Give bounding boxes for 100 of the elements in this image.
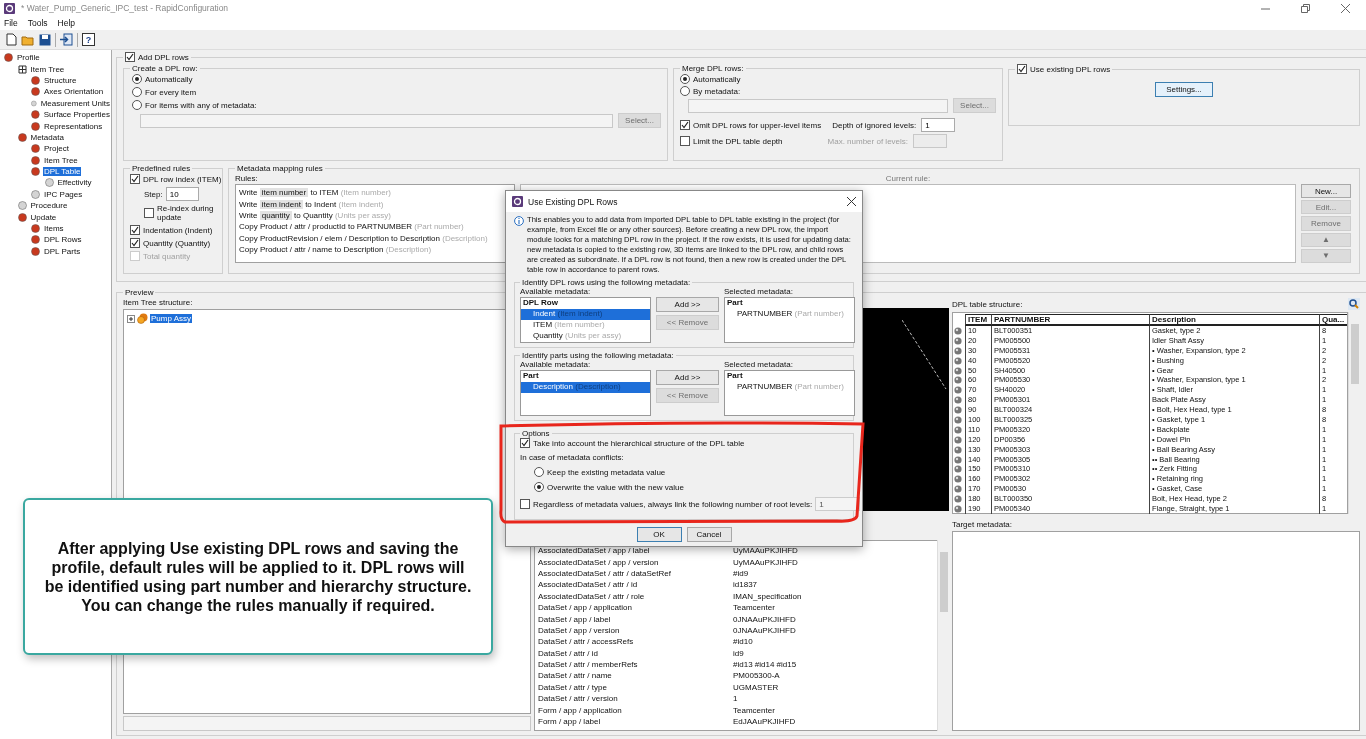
info-icon — [514, 216, 524, 226]
group-title: Merge DPL rows: — [681, 64, 745, 73]
metadata-field[interactable] — [688, 98, 949, 113]
levels-field[interactable] — [913, 134, 948, 148]
checkbox[interactable] — [130, 225, 140, 235]
checkbox[interactable] — [130, 238, 140, 248]
radio-label[interactable]: Overwrite the value with the new value — [547, 482, 684, 492]
depth-field[interactable]: 1 — [921, 118, 956, 132]
field-label: Current rule: — [884, 174, 932, 184]
radio-button[interactable] — [680, 86, 690, 96]
list-item[interactable]: Description (Description) — [521, 382, 650, 393]
metadata-field[interactable] — [140, 113, 614, 128]
radio-button[interactable] — [132, 87, 142, 97]
field-label: Max. number of levels: — [827, 136, 909, 146]
field-label: Depth of ignored levels: — [832, 120, 917, 130]
checkbox[interactable] — [144, 208, 154, 218]
tree-item[interactable]: Profile — [16, 53, 41, 63]
checkbox[interactable] — [520, 499, 530, 509]
tree-item[interactable]: Structure — [43, 75, 78, 85]
checkbox-label[interactable]: Add DPL rows — [138, 52, 189, 62]
column-header[interactable]: Description — [1149, 314, 1319, 326]
checkbox-label[interactable]: Limit the DPL table depth — [693, 136, 783, 146]
tree-item[interactable]: Effectivity — [56, 178, 93, 188]
rule-item[interactable]: Write item indent to Indent (Item indent) — [236, 198, 514, 210]
checkbox-label[interactable]: Regardless of metadata values, always link the following number of root levels: — [533, 499, 813, 509]
metadata-name: DataSet / attr / name — [538, 671, 613, 681]
add-button[interactable]: Add >> — [656, 297, 719, 312]
metadata-name: DataSet / attr / memberRefs — [538, 660, 639, 670]
search-icon[interactable] — [1348, 298, 1360, 310]
expand-icon[interactable] — [127, 314, 135, 323]
export-icon[interactable] — [60, 33, 73, 46]
tree-item[interactable]: Axes Orientation — [43, 87, 105, 97]
checkbox[interactable] — [680, 136, 690, 146]
step-field[interactable]: 10 — [165, 187, 199, 201]
radio-label[interactable]: Automatically — [145, 74, 193, 84]
rule-item[interactable]: Write item number to ITEM (Item number) — [236, 187, 514, 199]
checkbox-label[interactable]: Omit DPL rows for upper-level items — [693, 120, 822, 130]
tree-item[interactable]: DPL Rows — [43, 235, 83, 245]
menu-item[interactable]: Help — [57, 18, 76, 28]
list-item[interactable]: PARTNUMBER (Part number) — [725, 309, 854, 320]
tree-item[interactable]: Procedure — [29, 201, 69, 211]
metadata-name: AssociatedDataSet / app / label — [538, 546, 651, 556]
metadata-name: AssociatedDataSet / attr / dataSetRef — [538, 568, 672, 578]
checkbox[interactable] — [130, 174, 140, 184]
checkbox-label[interactable]: Use existing DPL rows — [1030, 64, 1111, 74]
metadata-name: AssociatedDataSet / attr / role — [538, 591, 646, 601]
tree-item[interactable]: DPL Parts — [43, 246, 82, 256]
rule-button[interactable]: New... — [1301, 184, 1351, 199]
new-file-icon[interactable] — [6, 33, 17, 46]
checkbox[interactable] — [1017, 64, 1027, 74]
tree-item[interactable]: Surface Properties — [42, 110, 111, 120]
checkbox[interactable] — [680, 120, 690, 130]
checkbox-label[interactable]: Take into account the hierarchical structure of the DPL table — [533, 438, 745, 448]
tree-item[interactable]: Project — [43, 144, 70, 154]
list-item[interactable]: PARTNUMBER (Part number) — [725, 382, 854, 393]
tree-item[interactable]: Metadata — [29, 132, 65, 142]
column-header[interactable]: ITEM — [965, 314, 991, 326]
help-button[interactable]: ? — [82, 33, 95, 46]
menu-item[interactable]: Tools — [27, 18, 48, 28]
list-item[interactable]: Quantity (Units per assy) — [521, 331, 650, 342]
tree-item[interactable]: Item Tree — [43, 155, 79, 165]
save-icon[interactable] — [39, 33, 51, 46]
radio-label[interactable]: Automatically — [693, 74, 741, 84]
tree-item[interactable]: Measurement Units — [39, 98, 111, 108]
radio-button[interactable] — [534, 482, 544, 492]
tree-item[interactable]: IPC Pages — [43, 189, 84, 199]
radio-label[interactable]: Keep the existing metadata value — [547, 467, 666, 477]
add-button[interactable]: Add >> — [656, 370, 719, 385]
column-header[interactable]: PARTNUMBER — [991, 314, 1149, 326]
radio-label[interactable]: For every item — [145, 87, 197, 97]
tree-item[interactable]: Item Tree — [29, 64, 66, 74]
cancel-button[interactable]: Cancel — [686, 527, 732, 542]
metadata-value: #id10 — [733, 637, 754, 647]
radio-label[interactable]: By metadata: — [693, 86, 741, 96]
menu-item[interactable]: File — [4, 18, 18, 28]
ok-button[interactable]: OK — [636, 527, 682, 542]
tree-item[interactable]: Representations — [43, 121, 104, 131]
radio-button[interactable] — [680, 74, 690, 84]
tree-item[interactable]: Items — [43, 224, 65, 234]
checkbox-label[interactable]: Re-index during update — [157, 204, 215, 222]
radio-button[interactable] — [132, 74, 142, 84]
list-header: Part — [522, 371, 540, 382]
settings-button[interactable]: Settings... — [1155, 82, 1213, 97]
rule-item[interactable]: Write quantity to Quantity (Units per assy) — [236, 209, 514, 222]
radio-label[interactable]: For items with any of metadata: — [145, 100, 257, 110]
checkbox[interactable] — [520, 438, 530, 448]
checkbox-label[interactable]: DPL row index (ITEM) — [143, 174, 222, 184]
radio-button[interactable] — [132, 100, 142, 110]
list-item[interactable]: Indent (Item indent) — [521, 309, 650, 320]
radio-button[interactable] — [534, 467, 544, 477]
close-icon[interactable] — [1340, 3, 1350, 13]
checkbox-label[interactable]: Quantity (Quantity) — [143, 238, 211, 248]
checkbox[interactable] — [125, 52, 135, 62]
restore-icon[interactable] — [1300, 3, 1310, 13]
close-icon[interactable] — [847, 197, 856, 206]
tree-item[interactable]: Pump Assy — [150, 314, 192, 323]
tree-item[interactable]: Update — [29, 212, 58, 222]
list-item[interactable]: ITEM (Item number) — [521, 320, 650, 331]
tree-item[interactable]: DPL Table — [43, 167, 82, 177]
checkbox-label[interactable]: Indentation (Indent) — [143, 225, 213, 235]
